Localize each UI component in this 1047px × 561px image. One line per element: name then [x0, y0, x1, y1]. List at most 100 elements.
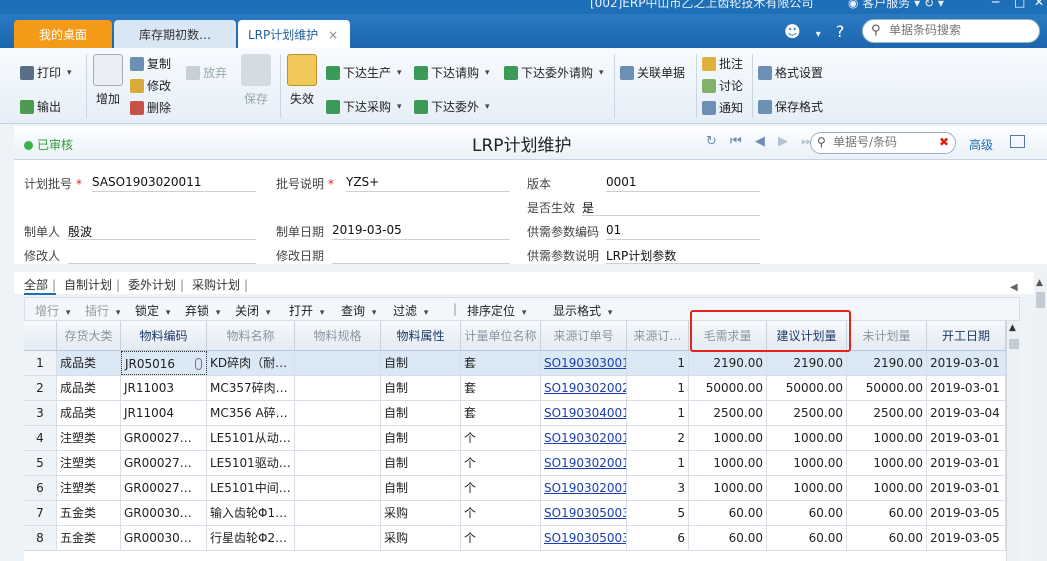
tab-my-desktop[interactable]: 我的桌面	[14, 20, 112, 48]
issue-purchase-button[interactable]: 下达采购 ▾	[326, 98, 402, 115]
cell-category[interactable]: 成品类	[57, 376, 121, 400]
cell-material-name[interactable]: 输入齿轮Φ1…	[207, 501, 295, 525]
insert-row-button[interactable]: 插行 ▾	[85, 302, 120, 319]
col-header-material-attr[interactable]: 物料属性	[381, 321, 461, 350]
delete-button[interactable]: 删除	[130, 99, 171, 116]
col-header-category[interactable]: 存货大类	[57, 321, 121, 350]
cell-source-line[interactable]: 2	[627, 426, 689, 450]
cell-start-date[interactable]: 2019-03-05	[927, 526, 1006, 550]
export-button[interactable]: 输出	[20, 98, 61, 115]
tab-purchase-plan[interactable]: 采购计划 |	[192, 276, 248, 293]
cell-gross-demand[interactable]: 2190.00	[689, 351, 767, 375]
cell-material-code[interactable]: GR00027…	[121, 426, 207, 450]
cell-source-line[interactable]: 1	[627, 351, 689, 375]
notify-button[interactable]: 通知	[702, 99, 743, 116]
cell-source-order[interactable]: SO190302001	[541, 426, 627, 450]
page-vertical-scrollbar[interactable]: ▲	[1034, 272, 1047, 561]
col-header-source-line[interactable]: 来源订…	[627, 321, 689, 350]
table-row[interactable]: 7 五金类 GR00030… 输入齿轮Φ1… 采购 个 SO190305003 5 60.00 6…	[24, 501, 1006, 526]
related-docs-button[interactable]: 关联单据	[620, 64, 685, 81]
cell-material-attr[interactable]: 自制	[381, 426, 461, 450]
query-button[interactable]: 查询 ▾	[341, 302, 376, 319]
cell-material-attr[interactable]: 自制	[381, 476, 461, 500]
cell-unplanned-qty[interactable]: 1000.00	[847, 426, 927, 450]
cell-unit[interactable]: 个	[461, 451, 541, 475]
save-button[interactable]: 保存	[240, 54, 272, 107]
cell-unit[interactable]: 个	[461, 426, 541, 450]
cell-material-code[interactable]: GR00027…	[121, 451, 207, 475]
cell-material-name[interactable]: KD碎肉（耐…	[207, 351, 295, 375]
abandon-button[interactable]: 弃锁 ▾	[185, 302, 220, 319]
col-header-gross-demand[interactable]: 毛需求量	[689, 321, 767, 350]
col-header-unit[interactable]: 计量单位名称	[461, 321, 541, 350]
cell-source-order[interactable]: SO190302001	[541, 476, 627, 500]
cell-unplanned-qty[interactable]: 60.00	[847, 501, 927, 525]
chevron-down-icon[interactable]: ▾	[816, 29, 821, 40]
cell-suggested-qty[interactable]: 1000.00	[767, 451, 847, 475]
clear-icon[interactable]: ✖	[939, 135, 949, 149]
barcode-search-input[interactable]	[889, 23, 1037, 37]
cell-source-line[interactable]: 3	[627, 476, 689, 500]
modify-button[interactable]: 修改	[130, 77, 171, 94]
cell-suggested-qty[interactable]: 50000.00	[767, 376, 847, 400]
cell-unplanned-qty[interactable]: 2190.00	[847, 351, 927, 375]
cell-gross-demand[interactable]: 50000.00	[689, 376, 767, 400]
cell-material-code[interactable]: JR11004	[121, 401, 207, 425]
maximize-button[interactable]: □	[1014, 0, 1025, 9]
cell-start-date[interactable]: 2019-03-01	[927, 376, 1006, 400]
invalidate-button[interactable]: 失效	[286, 54, 318, 107]
smiley-icon[interactable]: ☻	[784, 22, 801, 41]
document-search-input[interactable]	[833, 135, 933, 149]
issue-production-button[interactable]: 下达生产 ▾	[326, 64, 402, 81]
cell-gross-demand[interactable]: 1000.00	[689, 451, 767, 475]
cell-source-order[interactable]: SO190303001	[541, 351, 627, 375]
cell-material-spec[interactable]	[295, 351, 381, 375]
tab-lrp-plan[interactable]: LRP计划维护 ×	[238, 20, 350, 48]
scroll-up-icon[interactable]: ▲	[1036, 278, 1043, 288]
cell-source-line[interactable]: 6	[627, 526, 689, 550]
add-row-button[interactable]: 增行 ▾	[35, 302, 70, 319]
discuss-button[interactable]: 讨论	[702, 77, 743, 94]
table-row[interactable]: 1 成品类 JR05016 KD碎肉（耐… 自制套 SO190303001 1 2190.00…	[24, 351, 1006, 376]
table-row[interactable]: 8 五金类 GR00030… 行星齿轮Φ2… 采购 个 SO190305003 6 60.00 6…	[24, 526, 1006, 551]
cell-category[interactable]: 注塑类	[57, 476, 121, 500]
document-search[interactable]: ⚲ ✖	[810, 132, 956, 154]
scroll-left-icon[interactable]: ◀	[1010, 282, 1018, 293]
prev-record-icon[interactable]: ◀	[755, 134, 765, 149]
cell-material-name[interactable]: MC357碎肉…	[207, 376, 295, 400]
cell-gross-demand[interactable]: 60.00	[689, 501, 767, 525]
help-icon[interactable]: ?	[836, 22, 845, 41]
cell-gross-demand[interactable]: 1000.00	[689, 426, 767, 450]
next-record-icon[interactable]: ▶	[778, 134, 788, 149]
tab-self-made-plan[interactable]: 自制计划 |	[64, 276, 120, 293]
cell-material-attr[interactable]: 自制	[381, 401, 461, 425]
print-button[interactable]: 打印 ▾	[20, 64, 72, 81]
cell-material-name[interactable]: LE5101中间…	[207, 476, 295, 500]
cell-material-name[interactable]: MC356 A碎…	[207, 401, 295, 425]
cell-source-order[interactable]: SO190302002	[541, 376, 627, 400]
cell-source-line[interactable]: 1	[627, 401, 689, 425]
cell-suggested-qty[interactable]: 60.00	[767, 501, 847, 525]
batch-no-field[interactable]: SASO1903020011	[92, 175, 256, 192]
annotate-button[interactable]: 批注	[702, 55, 743, 72]
cell-material-attr[interactable]: 自制	[381, 351, 461, 375]
scroll-up-icon[interactable]: ▲	[1009, 323, 1016, 333]
cell-source-order[interactable]: SO190305003	[541, 501, 627, 525]
cell-suggested-qty[interactable]: 1000.00	[767, 426, 847, 450]
cell-start-date[interactable]: 2019-03-04	[927, 401, 1006, 425]
cell-category[interactable]: 成品类	[57, 351, 121, 375]
cell-start-date[interactable]: 2019-03-05	[927, 501, 1006, 525]
cell-start-date[interactable]: 2019-03-01	[927, 476, 1006, 500]
cell-start-date[interactable]: 2019-03-01	[927, 351, 1006, 375]
cell-gross-demand[interactable]: 60.00	[689, 526, 767, 550]
cell-suggested-qty[interactable]: 60.00	[767, 526, 847, 550]
cell-material-attr[interactable]: 采购	[381, 526, 461, 550]
table-row[interactable]: 3 成品类 JR11004 MC356 A碎… 自制 套 SO190304001 1 2500.…	[24, 401, 1006, 426]
cell-material-code[interactable]: GR00030…	[121, 526, 207, 550]
grid-vertical-scrollbar[interactable]: ▲	[1006, 321, 1020, 561]
cell-unplanned-qty[interactable]: 1000.00	[847, 476, 927, 500]
cell-material-spec[interactable]	[295, 476, 381, 500]
cell-start-date[interactable]: 2019-03-01	[927, 451, 1006, 475]
cell-unit[interactable]: 个	[461, 476, 541, 500]
cell-source-line[interactable]: 5	[627, 501, 689, 525]
